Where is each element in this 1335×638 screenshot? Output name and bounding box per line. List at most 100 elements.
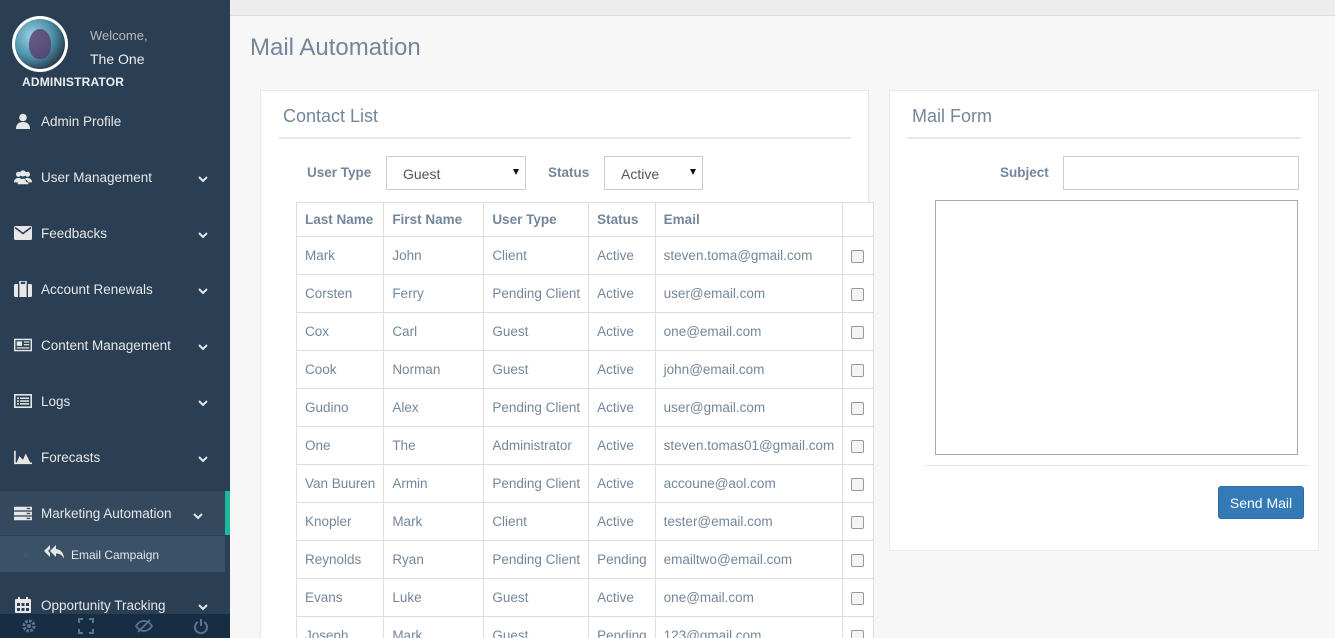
table-row: One The Administrator Active steven.tomas01@… (295, 426, 875, 465)
form-divider (925, 465, 1308, 466)
table-row: Cook Norman Guest Active john@email.com (295, 350, 875, 389)
table-cell: Mark (383, 502, 485, 541)
table-cell: 123@gmail.com (654, 616, 844, 638)
table-cell: accoune@aol.com (654, 464, 844, 503)
row-checkbox[interactable] (851, 249, 865, 263)
sidebar-item-admin-profile[interactable]: Admin Profile (0, 101, 230, 141)
table-cell: Client (483, 502, 590, 541)
sidebar-item-label: Content Management (41, 337, 171, 353)
column-header (842, 202, 875, 237)
sidebar-item-label: Opportunity Tracking (41, 597, 166, 613)
row-checkbox[interactable] (851, 363, 865, 377)
table-cell: The (383, 426, 485, 465)
sidebar-item-label: Logs (41, 393, 71, 409)
status-label: Status (548, 165, 590, 180)
column-header[interactable]: Status (588, 202, 656, 237)
table-cell: Pending (588, 616, 656, 638)
table-cell: Mark (295, 236, 385, 275)
reply-all-icon (44, 544, 64, 563)
status-value: Active (621, 166, 660, 182)
chevron-down-icon (193, 508, 203, 523)
sidebar-item-user-management[interactable]: User Management (0, 157, 230, 197)
row-checkbox[interactable] (851, 553, 865, 567)
table-cell: Administrator (483, 426, 590, 465)
table-cell: Armin (383, 464, 485, 503)
column-header[interactable]: Email (654, 202, 844, 237)
panel-divider (279, 137, 851, 139)
table-cell: Corsten (295, 274, 385, 313)
bullet-dot (23, 552, 29, 558)
table-cell: Cox (295, 312, 385, 351)
table-cell: Gudino (295, 388, 385, 427)
table-row: Mark John Client Active steven.toma@gmail.co… (295, 236, 875, 275)
table-row: Gudino Alex Pending Client Active user@gmail… (295, 388, 875, 427)
panel-divider (907, 137, 1301, 139)
row-select-cell (842, 578, 875, 617)
sidebar-item-label: Marketing Automation (41, 505, 172, 521)
chevron-down-icon (198, 599, 208, 614)
table-cell: one@email.com (654, 312, 844, 351)
power-icon[interactable] (173, 614, 231, 638)
top-nav (230, 0, 1335, 16)
table-cell: Pending Client (483, 388, 590, 427)
table-cell: Pending (588, 540, 656, 579)
table-cell: One (295, 426, 385, 465)
sidebar-item-marketing-automation[interactable]: Marketing Automation (0, 491, 230, 535)
subject-input[interactable] (1063, 156, 1299, 190)
table-cell: emailtwo@email.com (654, 540, 844, 579)
contact-list-title: Contact List (283, 106, 379, 126)
sidebar-item-content-management[interactable]: Content Management (0, 325, 230, 365)
user-role: ADMINISTRATOR (22, 75, 125, 89)
mail-body-textarea[interactable] (935, 200, 1298, 455)
row-checkbox[interactable] (851, 325, 865, 339)
sidebar-item-label: Account Renewals (41, 281, 153, 297)
welcome-text: Welcome, (90, 28, 148, 43)
table-cell: Norman (383, 350, 485, 389)
table-cell: Reynolds (295, 540, 385, 579)
column-header[interactable]: Last Name (295, 202, 385, 237)
row-checkbox[interactable] (851, 439, 865, 453)
table-cell: Active (588, 502, 656, 541)
table-cell: Pending Client (483, 540, 590, 579)
gear-icon[interactable] (0, 614, 58, 638)
chevron-down-icon (198, 227, 208, 242)
row-checkbox[interactable] (851, 401, 865, 415)
avatar[interactable] (12, 16, 68, 72)
row-checkbox[interactable] (851, 515, 865, 529)
calendar-icon (14, 597, 32, 613)
user-type-select[interactable]: Guest (386, 156, 526, 190)
sidebar-item-logs[interactable]: Logs (0, 381, 230, 421)
table-cell: Ferry (383, 274, 485, 313)
table-row: Reynolds Ryan Pending Client Pending emailtw… (295, 540, 875, 579)
sidebar-subitem-email-campaign[interactable]: Email Campaign (0, 536, 225, 572)
table-cell: tester@email.com (654, 502, 844, 541)
table-cell: John (383, 236, 485, 275)
table-row: Joseph Mark Guest Pending 123@gmail.com (295, 616, 875, 638)
column-header[interactable]: User Type (483, 202, 590, 237)
sidebar-item-feedbacks[interactable]: Feedbacks (0, 213, 230, 253)
caret-down-icon (513, 169, 519, 175)
row-checkbox[interactable] (851, 287, 865, 301)
table-cell: Van Buuren (295, 464, 385, 503)
sidebar-item-account-renewals[interactable]: Account Renewals (0, 269, 230, 309)
sidebar-item-forecasts[interactable]: Forecasts (0, 437, 230, 477)
status-select[interactable]: Active (604, 156, 703, 190)
table-row: Evans Luke Guest Active one@mail.com (295, 578, 875, 617)
column-header[interactable]: First Name (383, 202, 485, 237)
row-select-cell (842, 426, 875, 465)
chevron-down-icon (198, 339, 208, 354)
user-type-label: User Type (307, 165, 372, 180)
send-mail-button[interactable]: Send Mail (1218, 486, 1304, 519)
table-cell: Active (588, 388, 656, 427)
sidebar-item-label: Admin Profile (41, 113, 122, 129)
row-select-cell (842, 274, 875, 313)
table-cell: john@email.com (654, 350, 844, 389)
caret-down-icon (690, 169, 696, 175)
eye-slash-icon[interactable] (115, 614, 173, 638)
chevron-down-icon (198, 451, 208, 466)
row-checkbox[interactable] (851, 629, 865, 638)
table-row: Van Buuren Armin Pending Client Active accou… (295, 464, 875, 503)
row-checkbox[interactable] (851, 591, 865, 605)
row-checkbox[interactable] (851, 477, 865, 491)
fullscreen-icon[interactable] (58, 614, 116, 638)
